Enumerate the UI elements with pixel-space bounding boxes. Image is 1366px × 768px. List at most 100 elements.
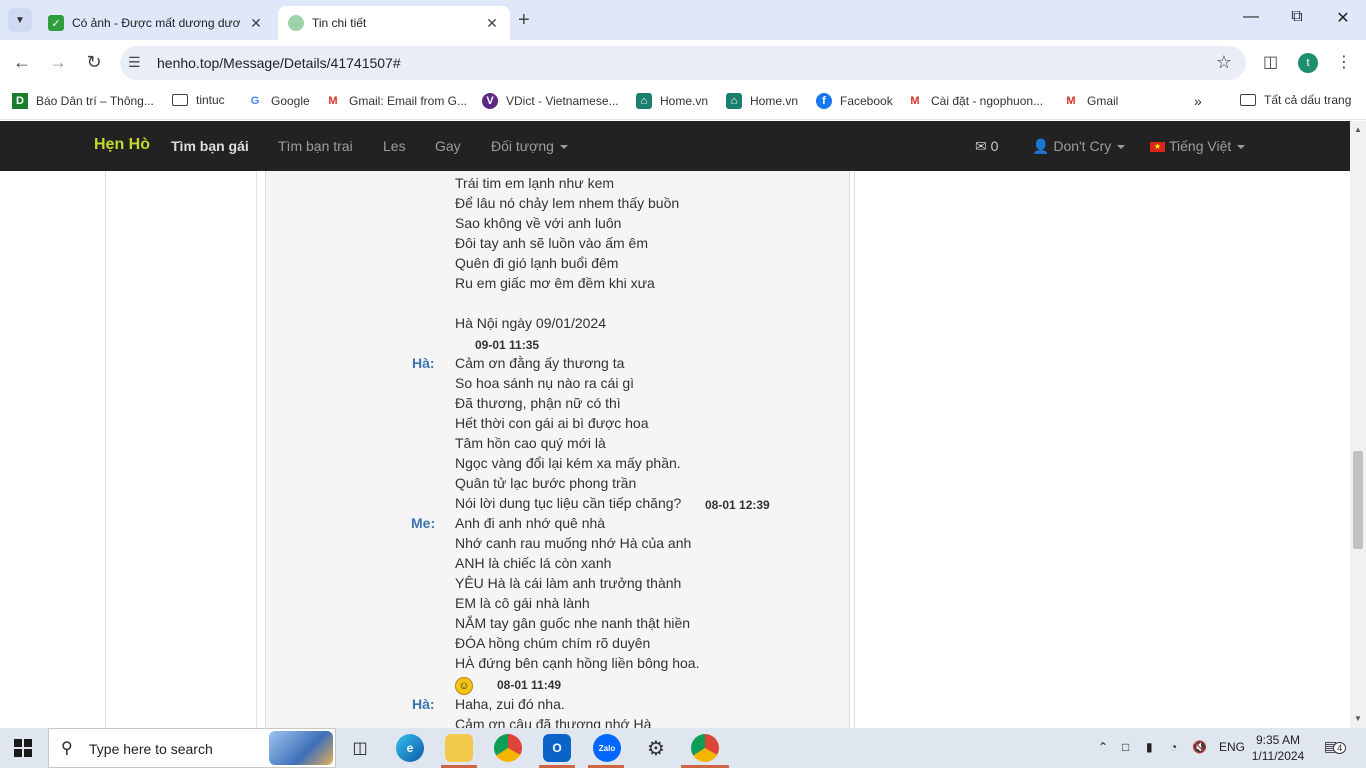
url-text[interactable]: henho.top/Message/Details/41741507# — [157, 55, 401, 71]
caret-down-icon — [1237, 145, 1246, 150]
tab-title: Tin chi tiết — [312, 16, 367, 30]
system-clock[interactable]: 9:35 AM 1/11/2024 — [1248, 732, 1308, 764]
bookmark-homevn-2[interactable]: ⌂ Home.vn — [726, 93, 798, 109]
volume-muted-icon[interactable]: 🔇 — [1192, 740, 1207, 754]
tab-active[interactable]: Tin chi tiết ✕ — [278, 6, 510, 40]
task-view-icon[interactable]: ◫ — [346, 734, 374, 762]
bookmark-dantri[interactable]: D Báo Dân trí – Thông... — [12, 93, 154, 109]
bookmark-star-icon[interactable]: ☆ — [1216, 52, 1232, 73]
message-line: YÊU Hà là cái làm anh trưởng thành — [455, 575, 682, 591]
all-bookmarks[interactable]: Tất cả dấu trang — [1240, 93, 1351, 107]
checkbox-favicon-icon: ✓ — [48, 15, 64, 31]
scroll-down-icon[interactable]: ▼ — [1350, 714, 1366, 723]
file-explorer-icon[interactable] — [445, 734, 473, 762]
tab-inactive[interactable]: ✓ Có ảnh - Được mất dương dươ ✕ — [38, 6, 274, 40]
nav-messages[interactable]: ✉ 0 — [975, 138, 998, 155]
nav-find-boyfriend[interactable]: Tìm bạn trai — [278, 138, 353, 154]
more-bookmarks-chevron-icon[interactable]: » — [1194, 93, 1202, 109]
search-placeholder: Type here to search — [89, 741, 213, 757]
vdict-icon: V — [482, 93, 498, 109]
close-icon[interactable]: ✕ — [484, 15, 500, 32]
gmail-icon: M — [328, 95, 338, 107]
nav-user-dropdown[interactable]: 👤 Don't Cry — [1032, 138, 1126, 155]
scroll-thumb[interactable] — [1353, 451, 1363, 549]
battery-icon[interactable]: ▮ — [1146, 740, 1153, 754]
side-panel-icon[interactable]: ◫ — [1263, 52, 1278, 72]
bookmark-gmail[interactable]: M Gmail: Email from G... — [325, 93, 467, 109]
bookmark-gmail-settings[interactable]: M Cài đặt - ngophuon... — [907, 93, 1043, 109]
nav-language-dropdown[interactable]: ★ Tiếng Việt — [1150, 138, 1246, 154]
bookmark-gmail-2[interactable]: M Gmail — [1063, 93, 1118, 109]
bookmark-label: Gmail: Email from G... — [349, 94, 468, 108]
back-button[interactable]: ← — [10, 52, 34, 73]
chrome-profile-icon[interactable] — [691, 734, 719, 762]
scroll-up-icon[interactable]: ▲ — [1350, 125, 1366, 134]
user-icon: 👤 — [1032, 138, 1050, 154]
bookmark-label: Google — [271, 94, 310, 108]
restore-button[interactable]: ⧉ — [1274, 8, 1320, 26]
site-favicon-icon — [288, 15, 304, 31]
profile-avatar[interactable]: t — [1298, 53, 1318, 73]
meet-now-icon[interactable]: □ — [1122, 740, 1129, 754]
search-highlight-image — [269, 731, 333, 765]
message-line: Ngọc vàng đổi lại kém xa mấy phần. — [455, 455, 681, 471]
message-line: HÀ đứng bên cạnh hồng liền bông hoa. — [455, 655, 700, 671]
grinning-face-icon: ☺ — [455, 677, 473, 695]
message-time: 09-01 11:35 — [475, 338, 540, 352]
message-line: Cảm ơn cậu đã thương nhớ Hà — [455, 716, 652, 728]
taskbar-search[interactable]: ⚲ Type here to search — [48, 728, 336, 768]
edge-icon[interactable]: e — [396, 734, 424, 762]
bookmark-google[interactable]: G Google — [247, 93, 310, 109]
google-icon: G — [250, 95, 260, 107]
clock-time: 9:35 AM — [1255, 733, 1301, 747]
message-line: Nói lời dung tục liệu cần tiếp chăng? — [455, 495, 682, 511]
chevron-down-icon: ▼ — [15, 14, 25, 26]
new-tab-button[interactable]: + — [518, 9, 530, 32]
nav-target-dropdown[interactable]: Đối tượng — [491, 138, 568, 154]
search-icon: ⚲ — [61, 740, 73, 757]
message-line: Haha, zui đó nha. — [455, 696, 565, 712]
message-line: Đã thương, phận nữ có thì — [455, 395, 621, 411]
notification-icon[interactable]: ▤4 — [1324, 738, 1347, 755]
bookmark-label: Gmail — [1087, 94, 1119, 108]
windows-start-icon[interactable] — [14, 739, 32, 757]
site-brand[interactable]: Hẹn Hò — [94, 136, 150, 154]
address-bar[interactable]: ☰ henho.top/Message/Details/41741507# ☆ — [120, 46, 1246, 80]
wifi-icon[interactable]: ◔ — [1170, 740, 1177, 754]
bookmarks-bar: D Báo Dân trí – Thông... tintuc G Google… — [0, 86, 1366, 120]
message-line: Hà Nội ngày 09/01/2024 — [455, 315, 606, 331]
tray-chevron-up-icon[interactable]: ⌃ — [1098, 740, 1108, 754]
dantri-icon: D — [12, 93, 28, 109]
close-icon[interactable]: ✕ — [248, 15, 264, 32]
gmail-icon: M — [1066, 95, 1076, 107]
menu-icon[interactable]: ⋮ — [1336, 52, 1352, 72]
bookmark-vdict[interactable]: V VDict - Vietnamese... — [482, 93, 619, 109]
settings-gear-icon[interactable]: ⚙ — [642, 734, 670, 762]
envelope-icon: ✉ — [975, 138, 987, 154]
tab-search-button[interactable]: ▼ — [8, 8, 32, 32]
close-window-button[interactable]: ✕ — [1320, 8, 1366, 28]
message-line: So hoa sánh nụ nào ra cái gì — [455, 375, 635, 391]
clock-date: 1/11/2024 — [1251, 749, 1305, 763]
site-info-icon[interactable]: ☰ — [128, 54, 141, 71]
message-time: 08-01 11:49 — [497, 678, 562, 692]
bookmark-facebook[interactable]: f Facebook — [816, 93, 893, 109]
nav-find-girlfriend[interactable]: Tìm bạn gái — [171, 138, 249, 154]
bookmark-label: Facebook — [840, 94, 893, 108]
bookmark-homevn[interactable]: ⌂ Home.vn — [636, 93, 708, 109]
page-scrollbar[interactable]: ▲ ▼ — [1350, 121, 1366, 728]
bookmark-label: Báo Dân trí – Thông... — [36, 94, 154, 108]
chrome-icon[interactable] — [494, 734, 522, 762]
bookmark-label: Cài đặt - ngophuon... — [931, 94, 1044, 108]
nav-les[interactable]: Les — [383, 138, 406, 154]
forward-button[interactable]: → — [46, 52, 70, 73]
zalo-icon[interactable]: Zalo — [593, 734, 621, 762]
tab-strip: ▼ ✓ Có ảnh - Được mất dương dươ ✕ Tin ch… — [0, 0, 1366, 40]
minimize-button[interactable]: — — [1228, 8, 1274, 26]
folder-icon — [172, 94, 188, 106]
input-language[interactable]: ENG — [1219, 740, 1245, 754]
reload-button[interactable]: ↻ — [82, 52, 106, 73]
outlook-icon[interactable]: O — [543, 734, 571, 762]
bookmark-tintuc[interactable]: tintuc — [172, 93, 225, 107]
nav-gay[interactable]: Gay — [435, 138, 461, 154]
